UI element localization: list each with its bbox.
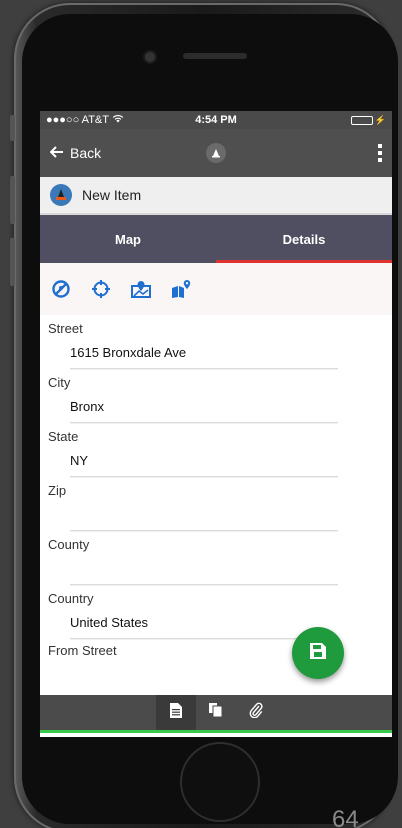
- save-button[interactable]: [292, 627, 344, 679]
- status-time: 4:54 PM: [195, 114, 237, 126]
- volume-down-button: [10, 238, 15, 286]
- volume-up-button: [10, 176, 15, 224]
- city-label: City: [48, 375, 71, 390]
- more-options-icon[interactable]: [378, 144, 382, 162]
- zip-label: Zip: [48, 483, 67, 498]
- state-field-group: State: [48, 423, 384, 477]
- copies-tab[interactable]: [196, 695, 236, 730]
- earpiece-speaker: [183, 53, 247, 59]
- zip-field-group: Zip: [48, 477, 384, 531]
- navigation-bar: Back: [40, 129, 392, 177]
- attachments-tab[interactable]: [236, 695, 276, 730]
- save-icon: [309, 642, 327, 665]
- street-input[interactable]: [70, 337, 338, 369]
- tab-details-label: Details: [282, 231, 326, 247]
- battery-icon: ⚡: [350, 115, 386, 126]
- street-field-group: Street: [48, 315, 384, 369]
- country-field-group: Country: [48, 585, 384, 639]
- county-field-group: County: [48, 531, 384, 585]
- record-type-icon: [50, 184, 72, 206]
- location-toolbar: [40, 263, 392, 315]
- document-icon: [170, 702, 182, 723]
- record-title: New Item: [82, 187, 142, 203]
- tab-map-label: Map: [115, 231, 141, 247]
- paperclip-icon: [249, 702, 263, 723]
- details-form: Street City State Zip County Country Fro…: [40, 315, 392, 658]
- home-button[interactable]: [180, 742, 260, 822]
- state-input[interactable]: [70, 445, 338, 477]
- city-field-group: City: [48, 369, 384, 423]
- tab-map[interactable]: Map: [40, 215, 216, 263]
- mute-switch: [10, 115, 15, 141]
- map-search-icon[interactable]: [170, 278, 192, 300]
- details-document-tab[interactable]: [156, 695, 196, 730]
- zip-input[interactable]: [70, 499, 338, 531]
- status-bar: ●●●○○ AT&T 4:54 PM ⚡: [40, 111, 392, 129]
- county-input[interactable]: [70, 553, 338, 585]
- copy-icon: [209, 703, 223, 722]
- back-button[interactable]: Back: [49, 145, 102, 161]
- country-input[interactable]: [70, 607, 338, 639]
- front-camera: [145, 52, 155, 62]
- street-label: Street: [48, 321, 83, 336]
- country-label: Country: [48, 591, 94, 606]
- arrow-left-icon: [49, 145, 64, 161]
- page-number: 64: [332, 806, 359, 828]
- city-input[interactable]: [70, 391, 338, 423]
- gps-target-icon[interactable]: [90, 278, 112, 300]
- state-label: State: [48, 429, 79, 444]
- bottom-tab-bar: [40, 695, 392, 733]
- app-screen: ●●●○○ AT&T 4:54 PM ⚡ Back New Item Map D…: [40, 111, 392, 737]
- tab-details[interactable]: Details: [216, 215, 392, 263]
- map-pin-icon[interactable]: [130, 278, 152, 300]
- clear-location-icon[interactable]: [50, 278, 72, 300]
- record-header: New Item: [40, 177, 392, 215]
- tab-bar: Map Details: [40, 215, 392, 263]
- county-label: County: [48, 537, 90, 552]
- app-logo-icon: [206, 143, 226, 163]
- back-label: Back: [70, 145, 102, 161]
